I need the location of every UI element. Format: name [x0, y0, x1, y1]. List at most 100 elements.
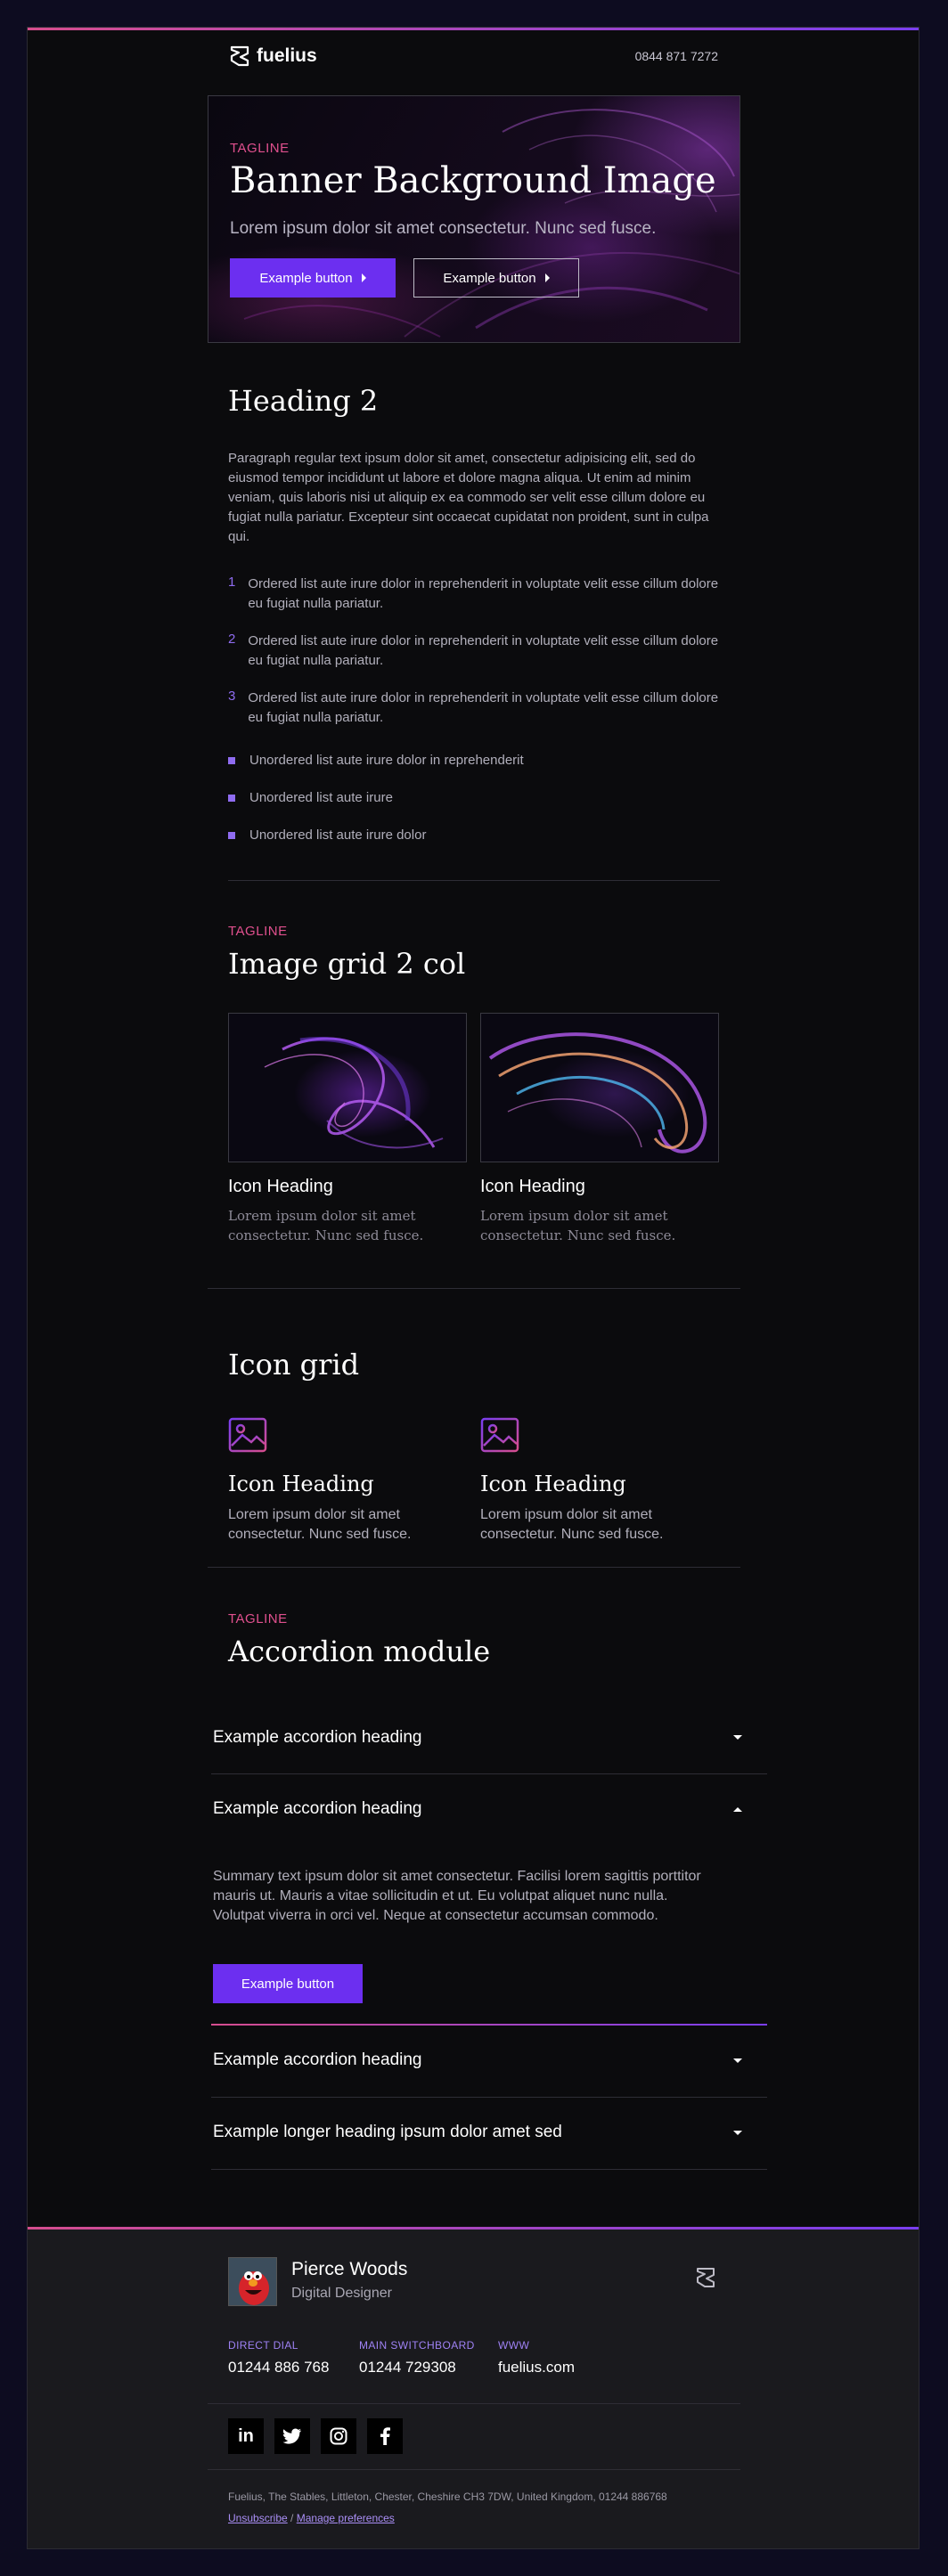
- list-number: 2: [228, 632, 236, 647]
- accordion-heading: Example accordion heading: [213, 1799, 422, 1818]
- divider: [208, 1567, 740, 1568]
- hero-banner: TAGLINE Banner Background Image Lorem ip…: [208, 95, 740, 343]
- unsubscribe-link[interactable]: Unsubscribe: [228, 2512, 288, 2524]
- ordered-list-item: 1 Ordered list aute irure dolor in repre…: [228, 575, 720, 614]
- accordion-heading: Example longer heading ipsum dolor amet …: [213, 2123, 562, 2141]
- accordion-button-label: Example button: [241, 1976, 335, 1992]
- chevron-down-icon: [733, 2131, 742, 2135]
- banner-primary-button-label: Example button: [259, 270, 353, 286]
- banner-secondary-button[interactable]: Example button: [413, 258, 579, 298]
- unordered-list-item: Unordered list aute irure dolor in repre…: [228, 751, 720, 770]
- list-text: Ordered list aute irure dolor in reprehe…: [248, 633, 719, 668]
- image-grid-item: Icon Heading Lorem ipsum dolor sit amet …: [228, 1177, 467, 1245]
- accordion-item-open: Example accordion heading Summary text i…: [211, 1774, 767, 2026]
- instagram-icon[interactable]: [321, 2418, 356, 2454]
- icon-grid-item: Icon Heading Lorem ipsum dolor sit amet …: [480, 1417, 721, 1545]
- list-text: Unordered list aute irure dolor: [249, 827, 427, 843]
- social-links: in: [228, 2418, 403, 2454]
- email-frame: fuelius 0844 871 7272 TAGLINE Banner Bac…: [27, 27, 919, 2549]
- abstract-swirl-image: [488, 1032, 707, 1153]
- contact-website: WWW fuelius.com: [498, 2339, 575, 2376]
- image-icon: [228, 1417, 267, 1453]
- twitter-icon[interactable]: [274, 2418, 310, 2454]
- footer-links: Unsubscribe / Manage preferences: [228, 2512, 395, 2524]
- list-number: 3: [228, 689, 236, 704]
- caret-right-icon: [361, 273, 366, 282]
- accordion-item-header[interactable]: Example accordion heading: [211, 1702, 767, 1774]
- icon-grid-title: Icon grid: [228, 1348, 360, 1382]
- ordered-list: 1 Ordered list aute irure dolor in repre…: [228, 575, 720, 728]
- brand-name: fuelius: [257, 45, 317, 66]
- facebook-icon[interactable]: [367, 2418, 403, 2454]
- list-number: 1: [228, 575, 236, 590]
- image-icon: [480, 1417, 519, 1453]
- unordered-list-item: Unordered list aute irure: [228, 788, 720, 808]
- avatar-image: [229, 2258, 276, 2305]
- unordered-list-item: Unordered list aute irure dolor: [228, 826, 720, 845]
- contact-value[interactable]: 01244 729308: [359, 2359, 475, 2376]
- list-text: Ordered list aute irure dolor in reprehe…: [248, 690, 719, 725]
- header-phone[interactable]: 0844 871 7272: [635, 49, 718, 63]
- banner-title: Banner Background Image: [230, 160, 716, 201]
- avatar: [228, 2257, 277, 2306]
- manage-preferences-link[interactable]: Manage preferences: [297, 2512, 395, 2524]
- signature-name: Pierce Woods: [291, 2259, 408, 2279]
- link-separator: /: [290, 2512, 294, 2524]
- accordion-heading: Example accordion heading: [213, 2050, 422, 2069]
- list-text: Unordered list aute irure: [249, 790, 393, 805]
- grid-image-2: [480, 1013, 719, 1162]
- accordion-button[interactable]: Example button: [213, 1964, 363, 2003]
- contact-direct-dial: DIRECT DIAL 01244 886 768: [228, 2339, 329, 2376]
- divider: [208, 2469, 740, 2470]
- icon-grid-item-heading: Icon Heading: [228, 1471, 374, 1496]
- list-text: Ordered list aute irure dolor in reprehe…: [248, 576, 719, 611]
- accordion-tagline: TAGLINE: [228, 1611, 288, 1626]
- chevron-down-icon: [733, 1735, 742, 1740]
- abstract-swirl-image: [264, 1037, 444, 1149]
- image-grid-title: Image grid 2 col: [228, 947, 466, 981]
- unordered-list: Unordered list aute irure dolor in repre…: [228, 751, 720, 845]
- contact-label: WWW: [498, 2339, 530, 2352]
- contact-label: DIRECT DIAL: [228, 2339, 298, 2352]
- banner-primary-button[interactable]: Example button: [230, 258, 396, 298]
- image-grid-item-text: Lorem ipsum dolor sit amet consectetur. …: [228, 1208, 424, 1243]
- image-grid-item-heading: Icon Heading: [228, 1177, 333, 1196]
- caret-right-icon: [544, 273, 550, 282]
- top-accent-bar: [28, 28, 919, 30]
- section-heading: Heading 2: [228, 384, 379, 418]
- accordion-heading: Example accordion heading: [213, 1728, 422, 1747]
- image-grid-item: Icon Heading Lorem ipsum dolor sit amet …: [480, 1177, 719, 1245]
- accordion-title: Accordion module: [228, 1634, 491, 1668]
- image-grid-item-text: Lorem ipsum dolor sit amet consectetur. …: [480, 1208, 676, 1243]
- icon-grid-item-heading: Icon Heading: [480, 1471, 626, 1496]
- grid-image-1: [228, 1013, 467, 1162]
- chevron-down-icon: [733, 2058, 742, 2063]
- accordion-body-text: Summary text ipsum dolor sit amet consec…: [213, 1869, 701, 1923]
- icon-grid-item-text: Lorem ipsum dolor sit amet consectetur. …: [480, 1507, 664, 1542]
- email-footer: Pierce Woods Digital Designer DIRECT DIA…: [27, 2227, 919, 2549]
- ordered-list-item: 3 Ordered list aute irure dolor in repre…: [228, 689, 720, 728]
- bullet-icon: [228, 757, 235, 764]
- contact-value[interactable]: fuelius.com: [498, 2359, 575, 2376]
- ordered-list-item: 2 Ordered list aute irure dolor in repre…: [228, 632, 720, 671]
- banner-subtitle: Lorem ipsum dolor sit amet consectetur. …: [230, 219, 657, 238]
- image-grid-tagline: TAGLINE: [228, 924, 288, 939]
- fuelius-logo-icon: [230, 45, 249, 67]
- contact-value[interactable]: 01244 886 768: [228, 2359, 329, 2376]
- linkedin-icon[interactable]: in: [228, 2418, 264, 2454]
- divider: [228, 880, 720, 881]
- icon-grid-item-text: Lorem ipsum dolor sit amet consectetur. …: [228, 1507, 412, 1542]
- icon-grid-item: Icon Heading Lorem ipsum dolor sit amet …: [228, 1417, 469, 1545]
- footer-address: Fuelius, The Stables, Littleton, Chester…: [228, 2490, 667, 2503]
- bullet-icon: [228, 795, 235, 802]
- accordion-item-header[interactable]: Example accordion heading: [211, 2026, 767, 2098]
- accordion-item-header[interactable]: Example accordion heading: [213, 1774, 765, 1828]
- bullet-icon: [228, 832, 235, 839]
- banner-secondary-button-label: Example button: [443, 270, 536, 286]
- signature-role: Digital Designer: [291, 2286, 392, 2301]
- list-text: Unordered list aute irure dolor in repre…: [249, 753, 524, 768]
- accordion-item-header[interactable]: Example longer heading ipsum dolor amet …: [211, 2098, 767, 2170]
- contact-switchboard: MAIN SWITCHBOARD 01244 729308: [359, 2339, 475, 2376]
- brand-logo[interactable]: fuelius: [228, 44, 317, 69]
- footer-accent-bar: [28, 2227, 919, 2230]
